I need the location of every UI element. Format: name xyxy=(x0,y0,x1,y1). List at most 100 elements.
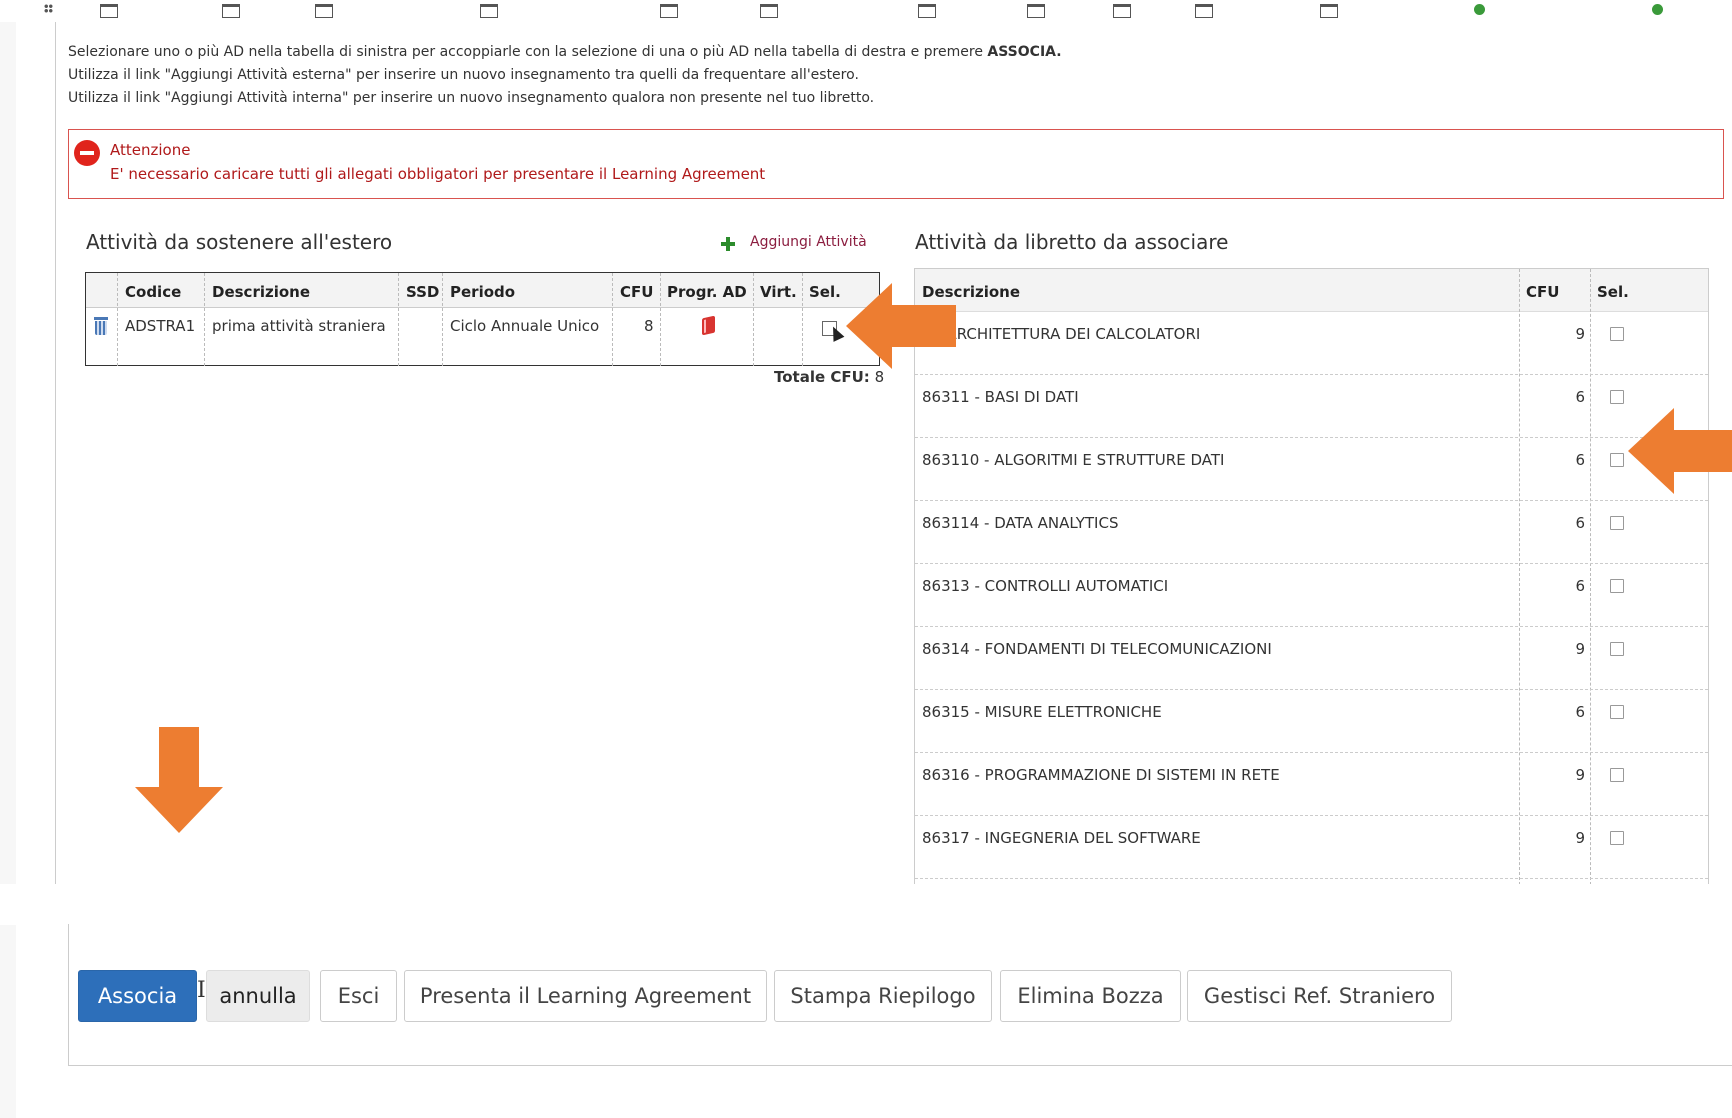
alert-message: E' necessario caricare tutti gli allegat… xyxy=(110,165,766,183)
cell-descrizione: prima attività straniera xyxy=(212,317,386,335)
book-icon[interactable] xyxy=(702,315,715,336)
select-checkbox[interactable] xyxy=(1610,453,1624,467)
instruction-line-3: Utilizza il link "Aggiungi Attività inte… xyxy=(68,90,875,106)
table-row[interactable]: 0 - ARCHITETTURA DEI CALCOLATORI 9 xyxy=(915,311,1708,375)
cell-descrizione: 0 - ARCHITETTURA DEI CALCOLATORI xyxy=(922,325,1201,343)
total-cfu: Totale CFU: 8 xyxy=(774,368,884,386)
cell-cfu: 6 xyxy=(1575,577,1585,595)
cell-cfu: 6 xyxy=(1575,514,1585,532)
plus-icon[interactable] xyxy=(721,237,735,251)
col-cfu: CFU xyxy=(620,283,654,301)
gestisci-ref-straniero-button[interactable]: Gestisci Ref. Straniero xyxy=(1187,970,1452,1022)
cell-cfu: 9 xyxy=(1575,766,1585,784)
page-margin xyxy=(0,925,16,1118)
annotation-arrow-down xyxy=(135,727,223,833)
folder-icon xyxy=(1113,4,1131,18)
bookmark-folder[interactable] xyxy=(760,4,786,18)
bookmark-link[interactable] xyxy=(1474,4,1493,18)
mouse-cursor-icon xyxy=(827,324,845,342)
folder-icon xyxy=(100,4,118,18)
warning-alert: Attenzione E' necessario caricare tutti … xyxy=(68,129,1724,199)
col-sel: Sel. xyxy=(809,283,841,301)
bookmark-folder[interactable] xyxy=(100,4,126,18)
trash-icon[interactable] xyxy=(93,317,109,335)
select-checkbox[interactable] xyxy=(1610,831,1624,845)
table-row[interactable]: 86311 - BASI DI DATI 6 xyxy=(915,374,1708,438)
select-checkbox[interactable] xyxy=(1610,327,1624,341)
instruction-text: Selezionare uno o più AD nella tabella d… xyxy=(68,44,988,60)
table-row[interactable]: 86315 - MISURE ELETTRONICHE 6 xyxy=(915,689,1708,753)
bookmark-folder[interactable] xyxy=(1195,4,1221,18)
col-codice: Codice xyxy=(125,283,182,301)
folder-icon xyxy=(315,4,333,18)
col-sel: Sel. xyxy=(1597,283,1629,301)
right-section-title: Attività da libretto da associare xyxy=(915,230,1229,254)
folder-icon xyxy=(918,4,936,18)
column-divider xyxy=(398,273,399,366)
annulla-button[interactable]: annulla xyxy=(206,970,310,1022)
select-checkbox[interactable] xyxy=(1610,390,1624,404)
bookmark-folder[interactable] xyxy=(660,4,686,18)
add-activity-link[interactable]: Aggiungi Attività xyxy=(750,234,867,250)
cell-codice: ADSTRA1 xyxy=(125,317,196,335)
select-checkbox[interactable] xyxy=(1610,705,1624,719)
column-divider xyxy=(612,273,613,366)
instructions: Selezionare uno o più AD nella tabella d… xyxy=(68,41,1062,110)
bookmark-link[interactable] xyxy=(1652,4,1671,18)
bookmark-folder[interactable] xyxy=(1320,4,1346,18)
table-row[interactable]: 86316 - PROGRAMMAZIONE DI SISTEMI IN RET… xyxy=(915,752,1708,816)
col-periodo: Periodo xyxy=(450,283,516,301)
apps-icon[interactable] xyxy=(44,4,53,13)
folder-icon xyxy=(1027,4,1045,18)
folder-icon xyxy=(1320,4,1338,18)
total-cfu-value: 8 xyxy=(874,368,885,386)
select-checkbox[interactable] xyxy=(1610,516,1624,530)
col-descrizione: Descrizione xyxy=(212,283,311,301)
table-row[interactable]: 863110 - ALGORITMI E STRUTTURE DATI 6 xyxy=(915,437,1708,501)
cell-descrizione: 86311 - BASI DI DATI xyxy=(922,388,1079,406)
select-checkbox[interactable] xyxy=(1610,642,1624,656)
associa-button[interactable]: Associa xyxy=(78,970,197,1022)
total-cfu-label: Totale CFU: xyxy=(774,368,870,386)
cell-cfu: 8 xyxy=(644,317,654,335)
cell-descrizione: 86314 - FONDAMENTI DI TELECOMUNICAZIONI xyxy=(922,640,1272,658)
cell-cfu: 9 xyxy=(1575,829,1585,847)
cell-descrizione: 863110 - ALGORITMI E STRUTTURE DATI xyxy=(922,451,1225,469)
esci-button[interactable]: Esci xyxy=(320,970,397,1022)
instruction-line-2: Utilizza il link "Aggiungi Attività este… xyxy=(68,67,859,83)
alert-title: Attenzione xyxy=(110,141,191,159)
select-checkbox[interactable] xyxy=(1610,768,1624,782)
foreign-activities-table: Codice Descrizione SSD Periodo CFU Progr… xyxy=(85,272,880,366)
bookmark-folder[interactable] xyxy=(1027,4,1053,18)
stampa-riepilogo-button[interactable]: Stampa Riepilogo xyxy=(774,970,992,1022)
bookmarks-bar xyxy=(0,0,1732,22)
bookmark-folder[interactable] xyxy=(1113,4,1139,18)
col-virt: Virt. xyxy=(760,283,797,301)
content-border xyxy=(55,22,56,884)
instruction-keyword: ASSOCIA. xyxy=(987,44,1062,60)
table-row[interactable]: 86313 - CONTROLLI AUTOMATICI 6 xyxy=(915,563,1708,627)
bookmark-folder[interactable] xyxy=(315,4,341,18)
select-checkbox[interactable] xyxy=(1610,579,1624,593)
col-ssd: SSD xyxy=(406,283,440,301)
column-divider xyxy=(802,273,803,366)
annotation-arrow-left xyxy=(1628,408,1732,494)
elimina-bozza-button[interactable]: Elimina Bozza xyxy=(1000,970,1181,1022)
table-row[interactable]: 86317 - INGEGNERIA DEL SOFTWARE 9 xyxy=(915,815,1708,879)
column-divider xyxy=(442,273,443,366)
column-divider xyxy=(204,273,205,366)
folder-icon xyxy=(1195,4,1213,18)
presenta-learning-agreement-button[interactable]: Presenta il Learning Agreement xyxy=(404,970,767,1022)
bookmark-folder[interactable] xyxy=(222,4,248,18)
cell-descrizione: 86313 - CONTROLLI AUTOMATICI xyxy=(922,577,1169,595)
bookmark-folder[interactable] xyxy=(918,4,944,18)
column-divider xyxy=(753,273,754,366)
bookmark-folder[interactable] xyxy=(480,4,506,18)
globe-icon xyxy=(1652,4,1663,15)
column-divider xyxy=(660,273,661,366)
table-row[interactable]: 863114 - DATA ANALYTICS 6 xyxy=(915,500,1708,564)
column-divider xyxy=(117,273,118,366)
error-icon xyxy=(74,140,100,166)
table-row[interactable]: 86314 - FONDAMENTI DI TELECOMUNICAZIONI 9 xyxy=(915,626,1708,690)
cell-cfu: 9 xyxy=(1575,325,1585,343)
